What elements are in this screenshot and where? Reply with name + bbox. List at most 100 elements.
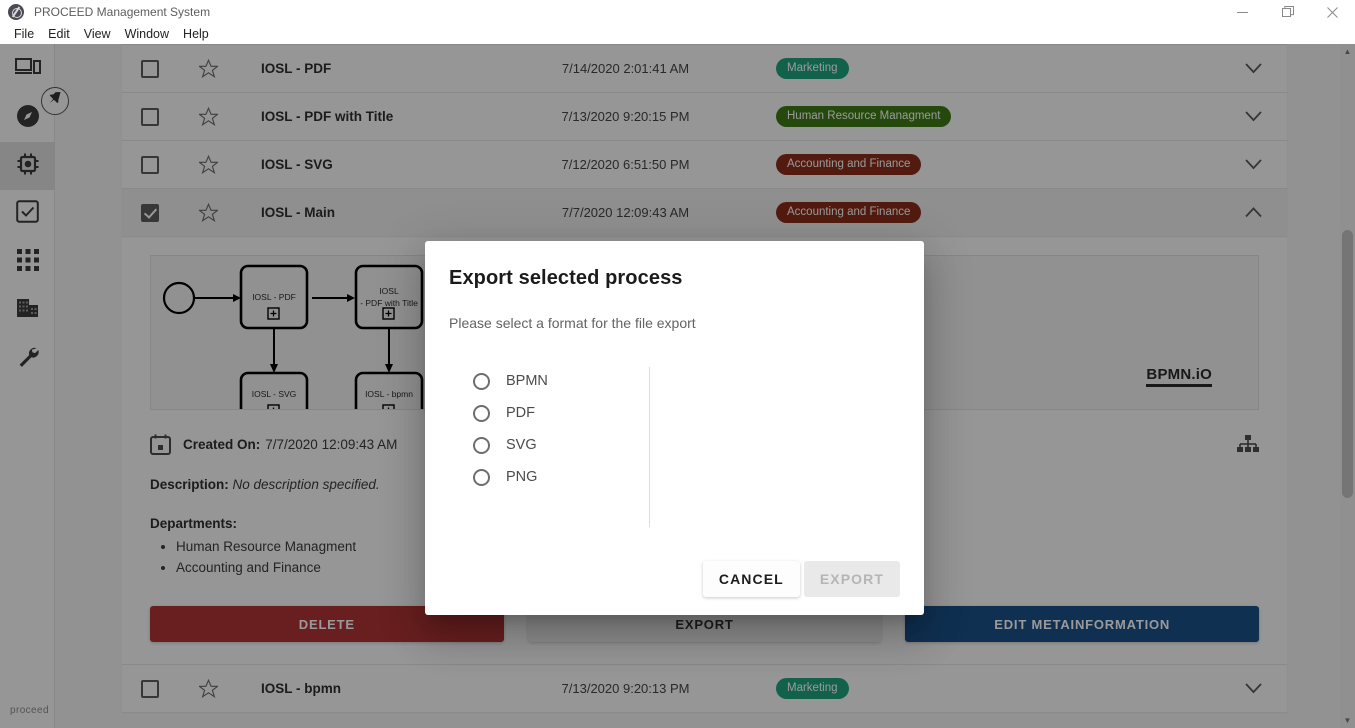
radio-circle-icon[interactable] [473,404,490,422]
hierarchy-icon[interactable] [1237,434,1259,455]
table-row[interactable]: IOSL - PDF with Title 7/13/2020 9:20:15 … [122,93,1287,141]
menu-edit[interactable]: Edit [41,24,77,44]
table-row-selected[interactable]: IOSL - Main 7/7/2020 12:09:43 AM Account… [122,189,1287,237]
row-checkbox[interactable] [141,107,159,126]
window-title: PROCEED Management System [34,5,211,19]
collapse-row-button[interactable] [1219,207,1287,218]
dialog-export-button[interactable]: EXPORT [803,561,900,597]
created-on-value: 7/7/2020 12:09:43 AM [265,437,398,452]
sidebar-item-processes[interactable] [0,142,55,190]
menu-bar: File Edit View Window Help [0,24,1355,44]
department-tag: Accounting and Finance [776,154,922,175]
row-checkbox[interactable] [141,155,159,174]
process-tags: Marketing [758,58,1219,79]
favorite-star-button[interactable] [178,107,238,126]
favorite-star-button[interactable] [178,59,238,78]
favorite-star-button[interactable] [178,155,238,174]
scroll-down-arrow[interactable]: ▼ [1340,713,1355,728]
department-tag: Accounting and Finance [776,202,922,223]
svg-text:- PDF with Title: - PDF with Title [360,298,418,308]
favorite-star-button[interactable] [178,679,238,698]
radio-option-png[interactable]: PNG [473,461,649,493]
row-checkbox[interactable] [141,679,159,698]
process-name: IOSL - PDF [261,61,332,76]
menu-view[interactable]: View [77,24,118,44]
created-on-label: Created On: [183,437,261,452]
checkbox-task-icon [16,200,39,228]
grid-apps-icon [16,248,39,276]
department-tag: Marketing [776,678,849,699]
menu-file[interactable]: File [7,24,41,44]
expand-row-button[interactable] [1219,111,1287,122]
process-date: 7/12/2020 6:51:50 PM [561,157,690,172]
close-button[interactable] [1310,0,1355,24]
radio-label: BPMN [506,373,548,389]
favorite-star-button[interactable] [178,203,238,222]
minimize-button[interactable] [1220,0,1265,24]
row-checkbox-cell[interactable] [122,679,178,698]
radio-circle-icon[interactable] [473,372,490,390]
process-date: 7/14/2020 2:01:41 AM [561,61,690,76]
dialog-title: Export selected process [449,267,683,289]
left-navigation-rail: proceed [0,44,55,728]
radio-label: PDF [506,405,535,421]
svg-text:IOSL: IOSL [379,286,399,296]
radio-circle-icon[interactable] [473,436,490,454]
sidebar-item-tasks[interactable] [0,190,55,238]
wrench-icon [16,344,40,373]
department-tag: Marketing [776,58,849,79]
sidebar-item-apps[interactable] [0,238,55,286]
row-checkbox-cell[interactable] [122,59,178,78]
expand-row-button[interactable] [1219,159,1287,170]
options-detail-pane [650,365,900,527]
table-row[interactable]: IOSL - PDF 7/14/2020 2:01:41 AM Marketin… [122,45,1287,93]
process-tags: Human Resource Managment [758,106,1219,127]
svg-text:IOSL - bpmn: IOSL - bpmn [365,389,413,399]
sidebar-item-settings-tools[interactable] [0,334,55,382]
dialog-cancel-button[interactable]: CANCEL [702,561,800,597]
devices-icon [14,57,41,83]
scroll-up-arrow[interactable]: ▲ [1340,44,1355,59]
process-tags: Accounting and Finance [758,154,1219,175]
expand-row-button[interactable] [1219,683,1287,694]
row-checkbox[interactable] [141,203,159,222]
scrollbar-thumb[interactable] [1342,230,1353,498]
process-name: IOSL - PDF with Title [261,109,394,124]
row-checkbox-cell[interactable] [122,203,178,222]
process-date: 7/7/2020 12:09:43 AM [561,205,690,220]
format-radio-group: BPMN PDF SVG PNG [449,365,649,527]
main-content: proceed IOSL - PDF 7/14/2020 2:01:41 AM … [0,44,1355,728]
radio-circle-icon[interactable] [473,468,490,486]
application-window: PROCEED Management System File Edit View… [0,0,1355,728]
proceed-wordmark: proceed [10,705,49,716]
maximize-restore-button[interactable] [1265,0,1310,24]
expand-row-button[interactable] [1219,63,1287,74]
sidebar-item-organization[interactable] [0,286,55,334]
proceed-logo-icon [8,4,24,20]
menu-window[interactable]: Window [118,24,176,44]
table-row[interactable]: IOSL - SVG 7/12/2020 6:51:50 PM Accounti… [122,141,1287,189]
radio-option-pdf[interactable]: PDF [473,397,649,429]
vertical-scrollbar[interactable]: ▲ ▼ [1340,44,1355,728]
pin-icon [48,91,63,111]
export-dialog: Export selected process Please select a … [425,241,924,615]
svg-text:IOSL - PDF: IOSL - PDF [252,292,296,302]
radio-option-bpmn[interactable]: BPMN [473,365,649,397]
process-date: 7/13/2020 9:20:13 PM [561,681,690,696]
processor-chip-icon [16,152,40,181]
row-checkbox-cell[interactable] [122,155,178,174]
menu-help[interactable]: Help [176,24,216,44]
pin-toggle-button[interactable] [41,87,69,115]
table-row[interactable]: IOSL - bpmn 7/13/2020 9:20:13 PM Marketi… [122,665,1287,713]
process-tags: Marketing [758,678,1219,699]
building-icon [16,297,40,324]
process-name: IOSL - SVG [261,157,333,172]
edit-metainformation-button[interactable]: EDIT METAINFORMATION [905,606,1260,642]
radio-option-svg[interactable]: SVG [473,429,649,461]
row-checkbox-cell[interactable] [122,107,178,126]
row-checkbox[interactable] [141,59,159,78]
description-value: No description specified. [232,477,380,492]
radio-label: SVG [506,437,537,453]
sidebar-item-devices[interactable] [0,46,55,94]
department-tag: Human Resource Managment [776,106,952,127]
